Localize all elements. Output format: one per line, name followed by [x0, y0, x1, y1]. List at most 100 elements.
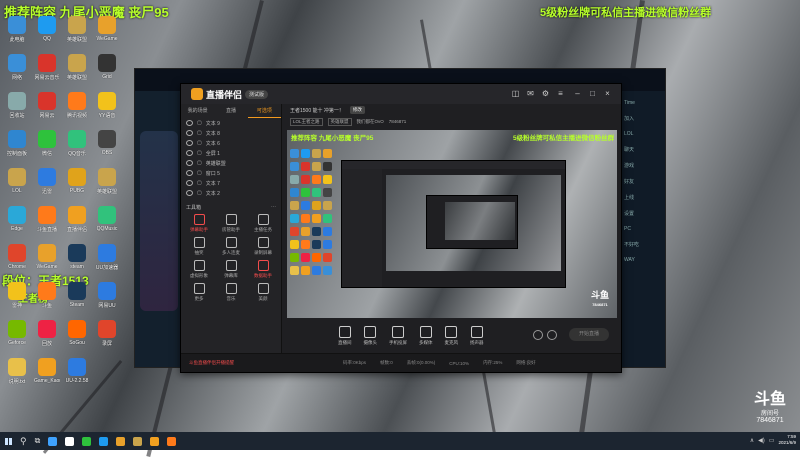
- desktop-icon[interactable]: 腾讯视频: [64, 92, 90, 126]
- desktop-icon[interactable]: QQMusic: [94, 206, 120, 240]
- eye-icon[interactable]: [186, 190, 193, 196]
- desktop-icon[interactable]: 回放: [34, 320, 60, 354]
- start-button[interactable]: [0, 432, 16, 450]
- eye-icon[interactable]: [186, 180, 193, 186]
- toolbox-tool[interactable]: 更多: [183, 283, 215, 302]
- taskbar-app-icon[interactable]: [133, 436, 143, 446]
- desktop-icon[interactable]: 直播伴侣: [64, 206, 90, 240]
- eye-icon[interactable]: [186, 170, 193, 176]
- layer-lock-icon[interactable]: ▢: [197, 190, 202, 196]
- tray-arrow-icon[interactable]: ∧: [750, 437, 754, 444]
- layer-lock-icon[interactable]: ▢: [197, 130, 202, 136]
- action-button[interactable]: 手机投屏: [389, 326, 407, 346]
- taskbar-app-icon[interactable]: [116, 436, 126, 446]
- room-tag[interactable]: LOL王者之路: [290, 117, 323, 126]
- desktop-icon[interactable]: Chrome: [4, 244, 30, 278]
- game-sidebar-item[interactable]: 好友: [624, 178, 662, 185]
- toolbox-tool[interactable]: 房管助手: [215, 214, 247, 233]
- action-button[interactable]: 扬声器: [470, 326, 484, 346]
- scene-layer-item[interactable]: ▢ 文本 2: [181, 188, 281, 198]
- edit-title-button[interactable]: 修改: [349, 106, 365, 114]
- desktop-icon[interactable]: Geforce: [4, 320, 30, 354]
- game-sidebar-item[interactable]: LOL: [624, 131, 662, 137]
- eye-icon[interactable]: [186, 150, 193, 156]
- game-sidebar-item[interactable]: 不好吃: [624, 241, 662, 248]
- desktop-icon[interactable]: 网易云音乐: [34, 54, 60, 88]
- taskbar-app-icon[interactable]: [99, 436, 109, 446]
- desktop-icon[interactable]: 斗鱼直播: [34, 206, 60, 240]
- screenshot-icon[interactable]: [547, 330, 557, 340]
- room-tag[interactable]: 英雄联盟: [327, 117, 352, 126]
- gift-icon[interactable]: ◫: [511, 89, 520, 98]
- toolbox-tool[interactable]: 美颜: [247, 283, 279, 302]
- eye-icon[interactable]: [186, 130, 193, 136]
- desktop-icon[interactable]: 说明.txt: [4, 358, 30, 392]
- desktop-icon[interactable]: 网易云: [34, 92, 60, 126]
- desktop-icon[interactable]: steam: [64, 244, 90, 278]
- desktop-icon[interactable]: Edge: [4, 206, 30, 240]
- game-sidebar-item[interactable]: Time: [624, 100, 662, 106]
- toolbox-tool[interactable]: 抽奖: [183, 237, 215, 256]
- toolbox-tool[interactable]: 数据助手: [247, 260, 279, 279]
- status-notice[interactable]: 斗鱼直播伴侣开播提醒: [189, 360, 329, 366]
- desktop-icon[interactable]: 英雄联盟: [64, 16, 90, 50]
- taskbar-app-icon[interactable]: [150, 436, 160, 446]
- desktop-icon[interactable]: Grid: [94, 54, 120, 88]
- toolbox-tool[interactable]: 音乐: [215, 283, 247, 302]
- desktop-icon[interactable]: 网易UU: [94, 282, 120, 316]
- desktop-icon[interactable]: 微信: [34, 130, 60, 164]
- toolbox-more-icon[interactable]: ⋯: [271, 204, 276, 211]
- taskbar-app-icon[interactable]: [48, 436, 58, 446]
- toolbox-tool[interactable]: 多人连麦: [215, 237, 247, 256]
- game-sidebar-item[interactable]: 上线: [624, 194, 662, 201]
- eye-icon[interactable]: [186, 140, 193, 146]
- desktop-icon[interactable]: YY语音: [94, 92, 120, 126]
- sidebar-tab[interactable]: 我的场景: [181, 104, 214, 118]
- desktop-icon[interactable]: UU-2.2.58: [64, 358, 90, 392]
- layer-lock-icon[interactable]: ▢: [197, 170, 202, 176]
- desktop-icon[interactable]: 录屏: [94, 320, 120, 354]
- action-button[interactable]: 麦克风: [445, 326, 458, 346]
- streaming-companion-window[interactable]: 直播伴侣 测试版 ◫ ✉ ⚙ ≡ – □ × 我的场景 直播 可选项 ▢ 文本 9 ▢ 文…: [180, 83, 622, 373]
- action-button[interactable]: 多媒体: [419, 326, 433, 346]
- network-icon[interactable]: ▭: [769, 437, 775, 444]
- search-icon[interactable]: ⚲: [20, 436, 27, 447]
- game-sidebar-item[interactable]: PC: [624, 226, 662, 232]
- mail-icon[interactable]: ✉: [526, 89, 535, 98]
- scene-layer-item[interactable]: ▢ 文本 6: [181, 138, 281, 148]
- desktop-icon[interactable]: 网络: [4, 54, 30, 88]
- desktop-icon[interactable]: Steam: [64, 282, 90, 316]
- sidebar-tab[interactable]: 直播: [214, 104, 247, 118]
- taskbar-app-icon[interactable]: [82, 436, 92, 446]
- layer-lock-icon[interactable]: ▢: [197, 150, 202, 156]
- settings-icon[interactable]: ⚙: [541, 89, 550, 98]
- desktop-icon[interactable]: WeGame: [94, 16, 120, 50]
- desktop-icon[interactable]: OBS: [94, 130, 120, 164]
- desktop-icon[interactable]: 控制面板: [4, 130, 30, 164]
- layer-lock-icon[interactable]: ▢: [197, 160, 202, 166]
- desktop-icon[interactable]: LOL: [4, 168, 30, 202]
- layer-lock-icon[interactable]: ▢: [197, 120, 202, 126]
- desktop-icon[interactable]: 英雄联盟: [94, 168, 120, 202]
- game-sidebar-item[interactable]: 设置: [624, 210, 662, 217]
- game-sidebar-item[interactable]: 游戏: [624, 162, 662, 169]
- scene-layer-item[interactable]: ▢ 文本 9: [181, 118, 281, 128]
- desktop-icon[interactable]: 回收站: [4, 92, 30, 126]
- menu-icon[interactable]: ≡: [556, 89, 565, 98]
- eye-icon[interactable]: [186, 120, 193, 126]
- desktop-icon[interactable]: 雷神: [4, 282, 30, 316]
- sidebar-tab[interactable]: 可选项: [247, 104, 281, 118]
- desktop-icon[interactable]: 斗鱼: [34, 282, 60, 316]
- eye-icon[interactable]: [186, 160, 193, 166]
- toolbox-tool[interactable]: 录制屏幕: [247, 237, 279, 256]
- desktop-icon[interactable]: 英雄联盟: [64, 54, 90, 88]
- game-sidebar-item[interactable]: 加入: [624, 115, 662, 122]
- task-view-icon[interactable]: ⧉: [35, 436, 41, 446]
- desktop-icon[interactable]: QQ音乐: [64, 130, 90, 164]
- start-live-button[interactable]: 开始直播: [569, 328, 609, 341]
- maximize-icon[interactable]: □: [588, 89, 597, 98]
- scene-layer-item[interactable]: ▢ 文本 7: [181, 178, 281, 188]
- desktop-icon[interactable]: PUBG: [64, 168, 90, 202]
- game-sidebar-item[interactable]: 聊天: [624, 146, 662, 153]
- toolbox-tool[interactable]: 弹幕库: [215, 260, 247, 279]
